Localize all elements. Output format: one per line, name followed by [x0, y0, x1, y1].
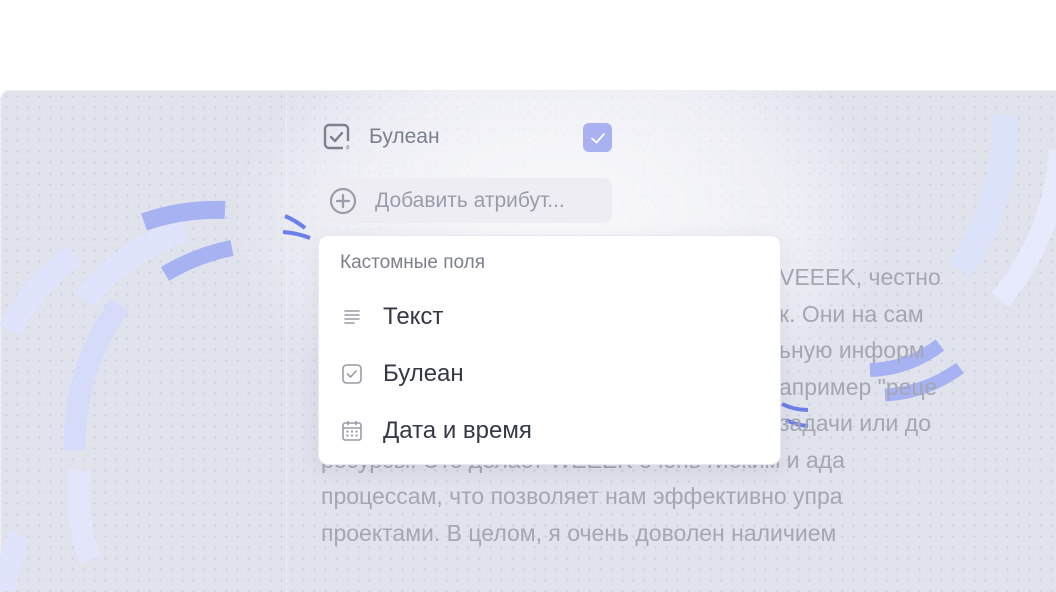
custom-fields-dropdown: Кастомные поля Текст Булеан Дата и время [318, 235, 781, 465]
checkbox-icon [321, 121, 353, 153]
attribute-label: Булеан [369, 125, 440, 148]
bg-text-fragment: к. Они на сам [779, 300, 924, 327]
checkbox-icon [340, 362, 364, 386]
menu-item-label: Булеан [383, 360, 464, 387]
dropdown-header: Кастомные поля [340, 252, 486, 273]
attribute-row-boolean: Булеан [321, 120, 621, 154]
calendar-icon [340, 419, 364, 443]
bg-text-fragment: задачи или до [779, 410, 931, 436]
add-attribute-label: Добавить атрибут... [375, 188, 565, 212]
menu-item-datetime[interactable]: Дата и время [340, 411, 760, 451]
text-lines-icon [340, 305, 364, 329]
bg-text-line: проектами. В целом, я очень доволен нали… [321, 519, 837, 546]
add-attribute-button[interactable]: Добавить атрибут... [320, 178, 612, 223]
plus-circle-icon [328, 186, 358, 216]
menu-item-text[interactable]: Текст [340, 297, 760, 337]
bg-line-8: проектами. В целом, я очень доволен нали… [321, 515, 1011, 552]
bg-line-7: процессам, что позволяет нам эффективно … [321, 478, 1011, 515]
bg-text-fragment: апример "реце [779, 373, 938, 400]
menu-item-label: Дата и время [383, 417, 532, 444]
bg-text-fragment: VEEEK, честно [779, 264, 941, 290]
bg-text-line: процессам, что позволяет нам эффективно … [321, 483, 843, 509]
boolean-checkbox[interactable] [583, 123, 612, 152]
bg-text-fragment: ьную информ [779, 337, 925, 363]
menu-item-label: Текст [383, 303, 444, 330]
menu-item-boolean[interactable]: Булеан [340, 354, 760, 394]
check-icon [590, 132, 605, 143]
